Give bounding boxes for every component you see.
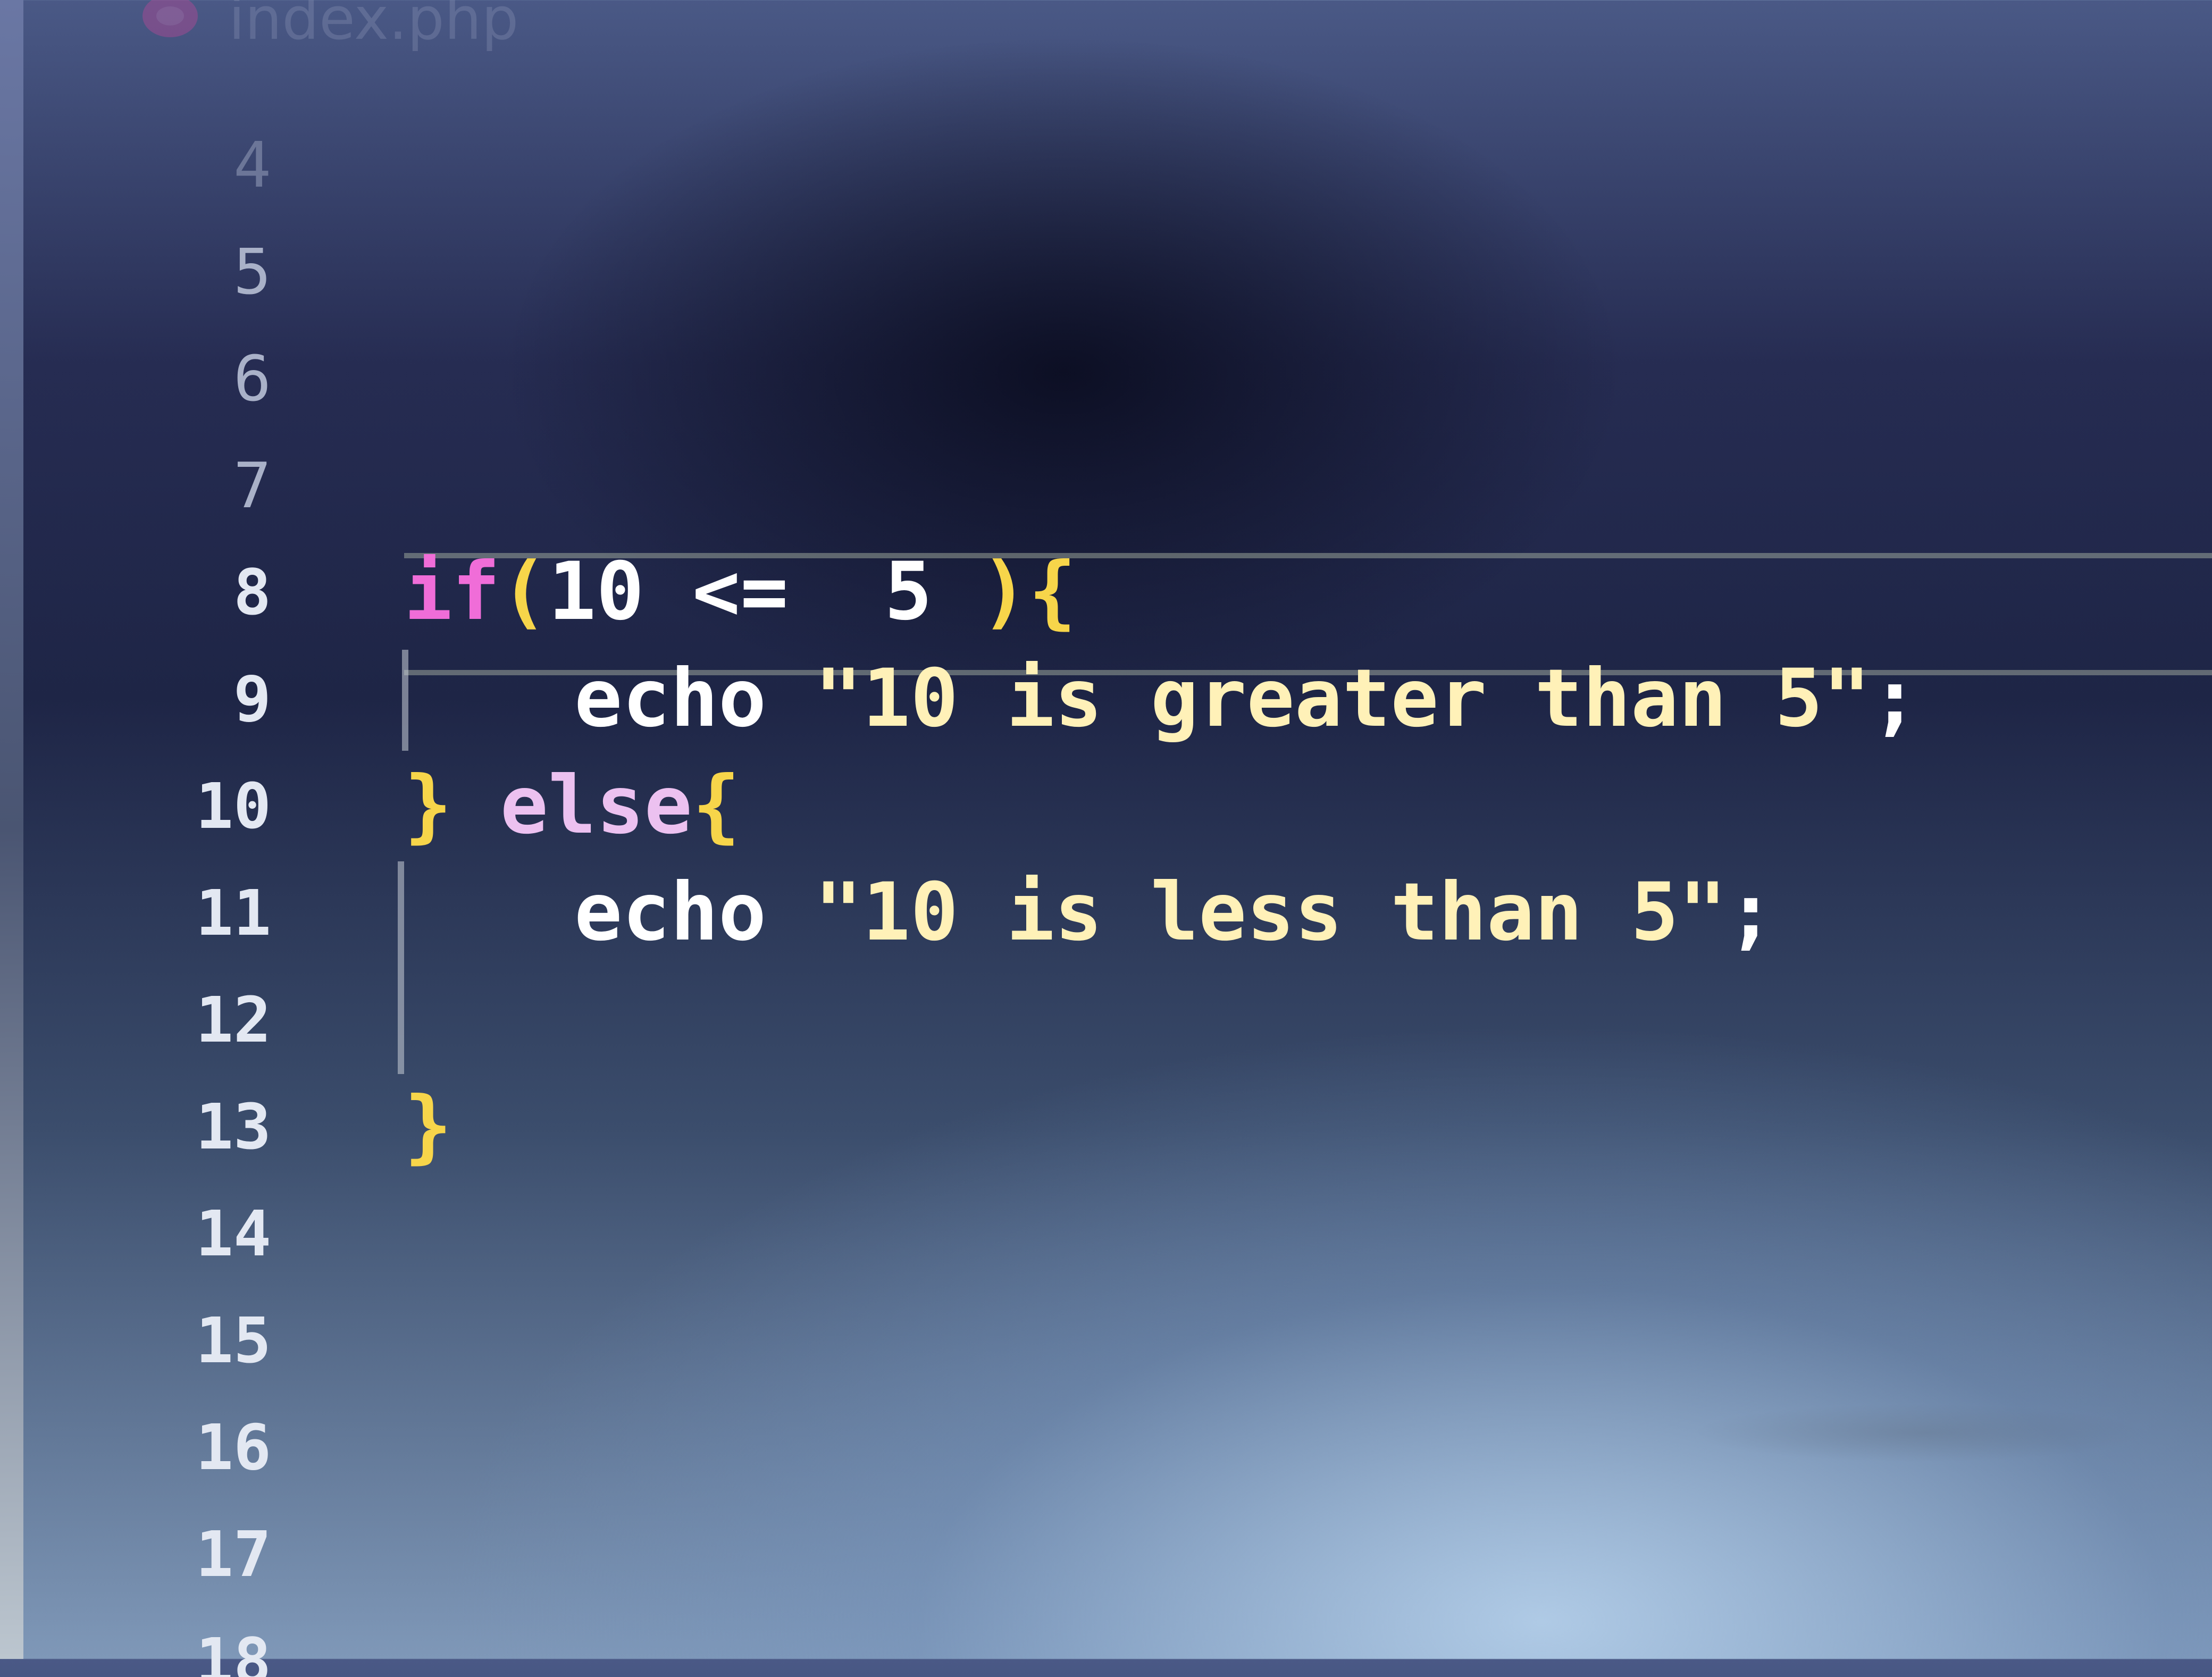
brace: } bbox=[404, 759, 453, 852]
line-number: 17 bbox=[195, 1517, 271, 1591]
brace: { bbox=[1028, 546, 1077, 638]
screen-glare bbox=[1691, 1404, 2148, 1462]
file-tab[interactable]: index.php bbox=[138, 0, 518, 64]
line-number-gutter: 4 5 6 7 8 9 10 11 12 13 14 15 16 17 18 bbox=[133, 112, 271, 1677]
keyword-else: else bbox=[500, 759, 692, 852]
line-number: 12 bbox=[195, 983, 271, 1056]
operator: <= bbox=[644, 546, 885, 638]
line-number: 8 bbox=[233, 556, 271, 629]
line-number: 11 bbox=[195, 876, 271, 950]
line-number: 14 bbox=[195, 1197, 271, 1270]
line-number: 5 bbox=[233, 235, 271, 308]
string-literal: "10 is less than 5" bbox=[814, 866, 1727, 959]
code-line-8: if(10 <= 5 ){ bbox=[404, 539, 1919, 645]
line-number: 18 bbox=[195, 1624, 271, 1677]
code-line-13: } bbox=[404, 1073, 1919, 1180]
line-number: 16 bbox=[195, 1411, 271, 1484]
keyword-if: if bbox=[404, 546, 500, 638]
string-literal: "10 is greater than 5" bbox=[814, 652, 1871, 745]
indent-guide bbox=[398, 861, 404, 1074]
editor-left-edge bbox=[0, 0, 23, 1659]
code-line-11: echo "10 is less than 5"; bbox=[404, 859, 1919, 966]
keyword-echo: echo bbox=[574, 652, 767, 745]
php-file-icon bbox=[143, 0, 198, 37]
paren: ) bbox=[932, 546, 1029, 638]
line-number: 10 bbox=[195, 769, 271, 843]
code-line-9: echo "10 is greater than 5"; bbox=[404, 645, 1919, 752]
keyword-echo: echo bbox=[574, 866, 767, 959]
number-literal: 10 bbox=[548, 546, 644, 638]
brace: } bbox=[404, 1080, 453, 1172]
code-line-10: } else{ bbox=[404, 752, 1919, 859]
paren: ( bbox=[500, 546, 548, 638]
line-number: 15 bbox=[195, 1304, 271, 1377]
code-editor[interactable]: if(10 <= 5 ){ echo "10 is greater than 5… bbox=[404, 539, 1919, 1180]
line-number: 13 bbox=[195, 1090, 271, 1163]
line-number: 9 bbox=[233, 663, 271, 736]
number-literal: 5 bbox=[884, 546, 933, 638]
line-number: 7 bbox=[233, 449, 271, 522]
line-number: 6 bbox=[233, 342, 271, 415]
line-number: 4 bbox=[233, 128, 271, 202]
file-tab-label: index.php bbox=[229, 0, 519, 53]
semicolon: ; bbox=[1727, 866, 1775, 959]
brace: { bbox=[692, 759, 741, 852]
semicolon: ; bbox=[1871, 652, 1919, 745]
